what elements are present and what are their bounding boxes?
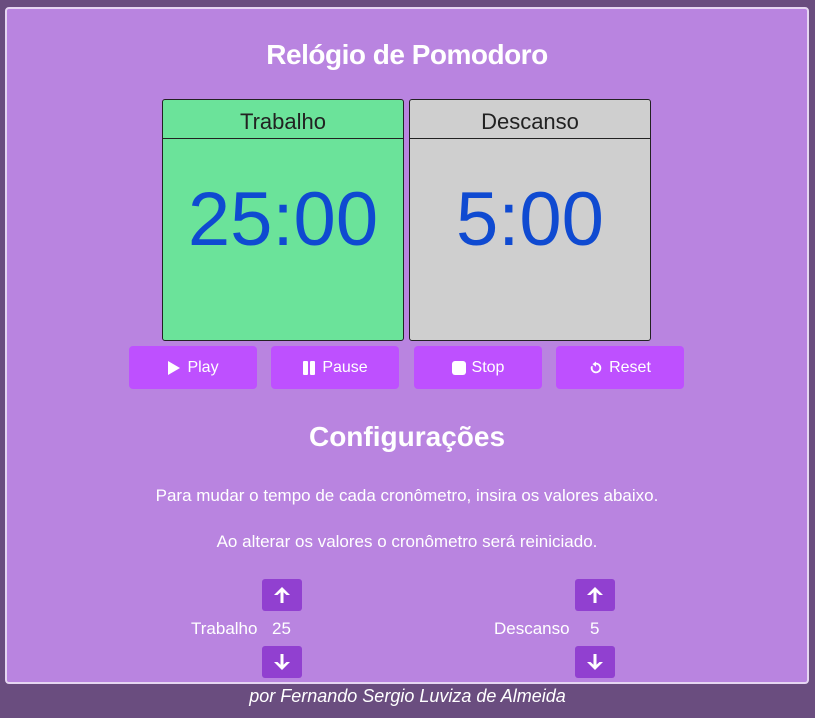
rest-timer: Descanso 5:00: [409, 99, 651, 341]
arrow-up-icon: [274, 587, 290, 603]
reset-button[interactable]: Reset: [556, 346, 684, 389]
settings-instructions: Para mudar o tempo de cada cronômetro, i…: [155, 486, 659, 505]
pause-icon: [303, 360, 316, 375]
stop-button-label: Stop: [471, 358, 505, 376]
rest-timer-label: Descanso: [410, 100, 650, 139]
settings-warning: Ao alterar os valores o cronômetro será …: [216, 532, 598, 551]
stop-button[interactable]: Stop: [414, 346, 542, 389]
settings-title: Configurações: [308, 421, 506, 452]
arrow-up-icon: [587, 587, 603, 603]
reset-icon: [590, 360, 602, 373]
rest-increment-button[interactable]: [575, 579, 615, 611]
work-decrement-button[interactable]: [262, 646, 302, 678]
reset-button-label: Reset: [609, 358, 651, 376]
pause-button[interactable]: Pause: [271, 346, 399, 389]
rest-setting-label: Descanso: [494, 619, 570, 638]
work-timer-label: Trabalho: [163, 100, 403, 139]
work-increment-button[interactable]: [262, 579, 302, 611]
play-button[interactable]: Play: [129, 346, 257, 389]
work-timer: Trabalho 25:00: [162, 99, 404, 341]
arrow-down-icon: [274, 654, 290, 670]
work-setting-value[interactable]: 25: [272, 619, 291, 639]
rest-setting-value[interactable]: 5: [590, 619, 599, 639]
play-button-label: Play: [187, 358, 219, 376]
work-setting-label: Trabalho: [191, 619, 258, 638]
play-icon: [168, 360, 181, 375]
rest-timer-display: 5:00: [456, 177, 604, 262]
main-panel: Relógio de Pomodoro Trabalho 25:00 Desca…: [5, 7, 809, 684]
pause-button-label: Pause: [322, 358, 368, 376]
arrow-down-icon: [587, 654, 603, 670]
stop-icon: [451, 360, 466, 375]
work-timer-display: 25:00: [187, 177, 379, 262]
rest-decrement-button[interactable]: [575, 646, 615, 678]
footer-credit: por Fernando Sergio Luviza de Almeida: [249, 686, 566, 706]
page-title: Relógio de Pomodoro: [266, 39, 548, 70]
